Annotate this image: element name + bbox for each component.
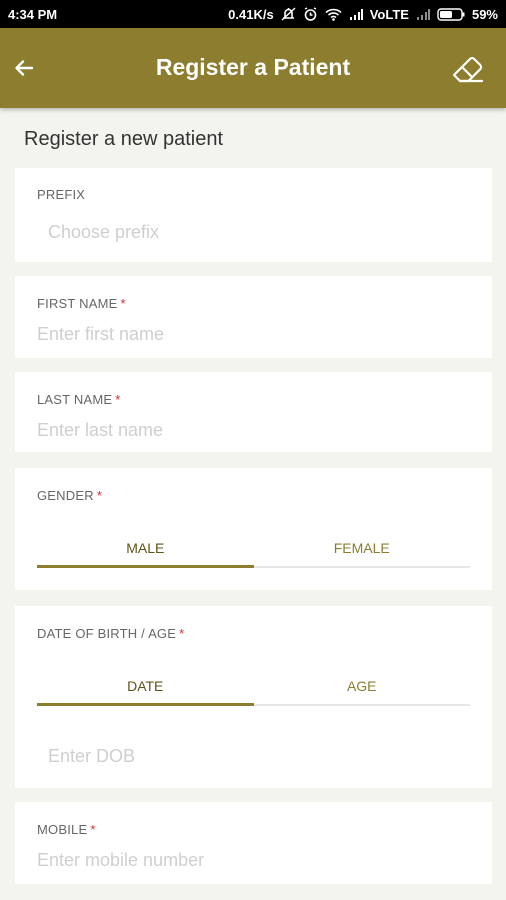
last-name-label: LAST NAME *: [37, 392, 121, 407]
mobile-label: MOBILE *: [37, 822, 96, 837]
mobile-input[interactable]: Enter mobile number: [37, 850, 204, 871]
dob-tabs: DATE AGE: [37, 672, 470, 706]
required-marker: *: [115, 392, 121, 407]
mobile-card: MOBILE * Enter mobile number: [15, 802, 492, 884]
network-speed: 0.41K/s: [228, 6, 274, 22]
gender-card: GENDER * MALE FEMALE: [15, 468, 492, 590]
wifi-icon: [325, 8, 342, 21]
required-marker: *: [90, 822, 96, 837]
gender-tabs: MALE FEMALE: [37, 534, 470, 568]
signal-icon-2: [416, 8, 430, 20]
battery-level: 59%: [471, 6, 498, 22]
alarm-icon: [303, 7, 318, 21]
section-title: Register a new patient: [24, 128, 224, 150]
gender-label: GENDER *: [37, 488, 103, 503]
battery-icon: [437, 7, 465, 21]
notification-icon: [281, 7, 296, 21]
tab-male[interactable]: MALE: [37, 534, 254, 568]
required-marker: *: [179, 626, 185, 641]
clear-form-button[interactable]: [450, 52, 486, 88]
tab-age[interactable]: AGE: [254, 672, 471, 704]
last-name-card: LAST NAME * Enter last name: [15, 372, 492, 452]
prefix-card: PREFIX Choose prefix: [15, 168, 492, 262]
first-name-input[interactable]: Enter first name: [37, 324, 164, 345]
network-type: VoLTE: [369, 6, 409, 22]
dob-card: DATE OF BIRTH / AGE * DATE AGE Enter DOB: [15, 606, 492, 788]
signal-icon: [349, 8, 363, 20]
last-name-input[interactable]: Enter last name: [37, 420, 163, 441]
page-title: Register a Patient: [155, 54, 351, 80]
app-bar: Register a Patient: [0, 28, 506, 108]
prefix-label: PREFIX: [37, 187, 86, 202]
dob-label: DATE OF BIRTH / AGE *: [37, 626, 185, 641]
required-marker: *: [120, 296, 126, 311]
required-marker: *: [96, 488, 103, 503]
eraser-icon: [452, 57, 484, 83]
first-name-label: FIRST NAME *: [37, 296, 126, 311]
status-bar: 4:34 PM 0.41K/s VoLTE 59%: [0, 0, 506, 28]
tab-date[interactable]: DATE: [37, 672, 254, 706]
tab-female[interactable]: FEMALE: [254, 534, 471, 566]
prefix-select[interactable]: Choose prefix: [48, 222, 159, 243]
first-name-card: FIRST NAME * Enter first name: [15, 276, 492, 358]
status-time: 4:34 PM: [8, 6, 58, 22]
dob-input[interactable]: Enter DOB: [48, 746, 135, 767]
status-icons: 0.41K/s VoLTE 59%: [228, 7, 498, 22]
